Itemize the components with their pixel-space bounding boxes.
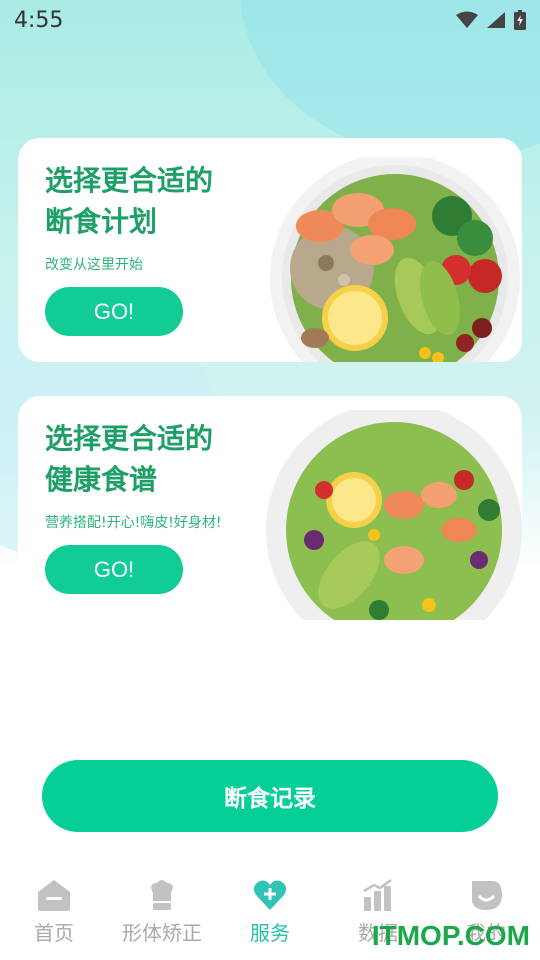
heart-plus-icon [253,880,287,910]
wifi-icon [456,11,478,28]
card-title: 选择更合适的 断食计划 [45,164,214,238]
fasting-record-button[interactable]: 断食记录 [42,760,498,832]
tab-label: 服务 [250,921,290,945]
card-subtitle: 改变从这里开始 [45,257,143,273]
tab-home[interactable]: 首页 [0,868,108,960]
salad-plate-image [266,410,522,620]
tab-label: 形体矫正 [122,921,202,945]
home-icon [38,880,70,911]
go-button-healthy-recipe[interactable]: GO! [45,545,183,594]
go-button-fasting-plan[interactable]: GO! [45,287,183,336]
card-subtitle: 营养搭配!开心!嗨皮!好身材! [45,515,222,531]
fasting-plan-card[interactable]: 选择更合适的 断食计划 改变从这里开始 GO! [18,138,522,362]
tab-body-correction[interactable]: 形体矫正 [108,868,216,960]
battery-icon [514,10,526,30]
status-bar: 4:55 [0,0,540,40]
healthy-recipe-card[interactable]: 选择更合适的 健康食谱 营养搭配!开心!嗨皮!好身材! GO! [18,396,522,620]
card-title: 选择更合适的 健康食谱 [45,422,214,496]
bar-chart-icon [363,878,392,911]
watermark: ITMOP.COM [371,920,530,951]
status-icons [456,10,526,30]
profile-icon [472,881,502,910]
chef-hat-icon [151,880,173,910]
salad-bowl-image [270,158,520,362]
tab-label: 首页 [34,921,74,945]
status-time: 4:55 [14,7,64,33]
signal-icon [487,12,505,28]
tab-services[interactable]: 服务 [216,868,324,960]
